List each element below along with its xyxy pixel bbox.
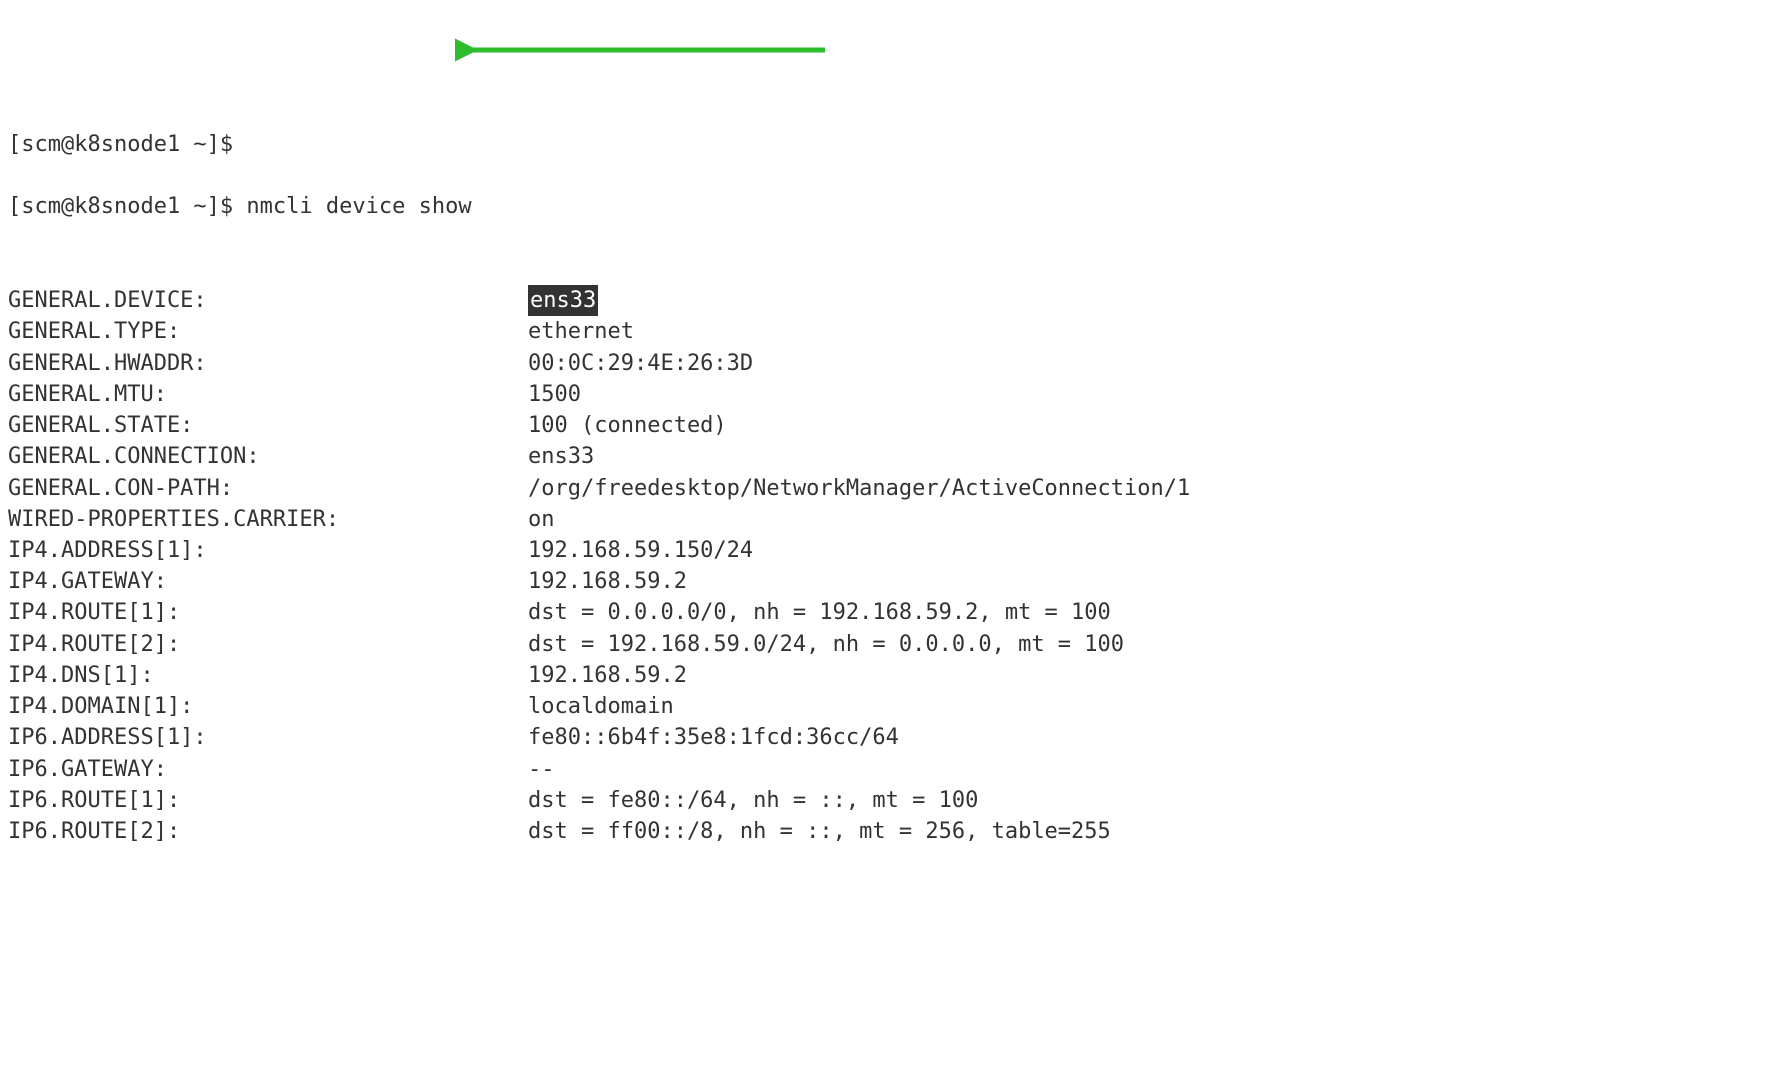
command-output: GENERAL.DEVICE:ens33GENERAL.TYPE:etherne… [8,285,1776,847]
output-value: ens33 [528,285,598,316]
prompt-line-empty: [scm@k8snode1 ~]$ [8,129,1776,160]
output-value: fe80::6b4f:35e8:1fcd:36cc/64 [528,722,899,753]
command-text: nmcli device show [246,194,471,219]
output-value: 192.168.59.2 [528,660,687,691]
output-row: IP6.ROUTE[2]:dst = ff00::/8, nh = ::, mt… [8,816,1776,847]
prompt-line-command[interactable]: [scm@k8snode1 ~]$ nmcli device show [8,191,1776,222]
output-row: IP6.GATEWAY:-- [8,754,1776,785]
output-key: GENERAL.HWADDR: [8,348,528,379]
output-row: GENERAL.TYPE:ethernet [8,316,1776,347]
output-value: on [528,504,555,535]
output-value: 00:0C:29:4E:26:3D [528,348,753,379]
output-row: GENERAL.MTU:1500 [8,379,1776,410]
output-key: IP6.ADDRESS[1]: [8,722,528,753]
output-row: WIRED-PROPERTIES.CARRIER:on [8,504,1776,535]
output-row: IP6.ROUTE[1]:dst = fe80::/64, nh = ::, m… [8,785,1776,816]
output-key: GENERAL.DEVICE: [8,285,528,316]
output-key: IP4.ROUTE[1]: [8,597,528,628]
output-row: IP4.ADDRESS[1]:192.168.59.150/24 [8,535,1776,566]
output-key: GENERAL.MTU: [8,379,528,410]
output-row: IP6.ADDRESS[1]:fe80::6b4f:35e8:1fcd:36cc… [8,722,1776,753]
output-key: IP4.DNS[1]: [8,660,528,691]
output-value: -- [528,754,555,785]
output-row: GENERAL.CON-PATH:/org/freedesktop/Networ… [8,473,1776,504]
output-row: IP4.DOMAIN[1]:localdomain [8,691,1776,722]
output-row: IP4.ROUTE[2]:dst = 192.168.59.0/24, nh =… [8,629,1776,660]
output-value: dst = fe80::/64, nh = ::, mt = 100 [528,785,978,816]
output-key: IP4.ADDRESS[1]: [8,535,528,566]
output-value: ens33 [528,441,594,472]
output-key: GENERAL.STATE: [8,410,528,441]
output-key: IP6.ROUTE[2]: [8,816,528,847]
output-row: GENERAL.DEVICE:ens33 [8,285,1776,316]
output-value: dst = 0.0.0.0/0, nh = 192.168.59.2, mt =… [528,597,1111,628]
output-key: GENERAL.TYPE: [8,316,528,347]
output-value: 192.168.59.150/24 [528,535,753,566]
output-key: IP6.GATEWAY: [8,754,528,785]
shell-prompt: [scm@k8snode1 ~]$ [8,132,246,157]
output-key: IP6.ROUTE[1]: [8,785,528,816]
output-row: GENERAL.STATE:100 (connected) [8,410,1776,441]
output-value: /org/freedesktop/NetworkManager/ActiveCo… [528,473,1190,504]
output-key: IP4.GATEWAY: [8,566,528,597]
shell-prompt: [scm@k8snode1 ~]$ [8,194,246,219]
output-key: GENERAL.CONNECTION: [8,441,528,472]
output-row: IP4.DNS[1]:192.168.59.2 [8,660,1776,691]
output-key: IP4.DOMAIN[1]: [8,691,528,722]
output-value: 100 (connected) [528,410,727,441]
output-value: 1500 [528,379,581,410]
output-row: IP4.GATEWAY:192.168.59.2 [8,566,1776,597]
output-key: GENERAL.CON-PATH: [8,473,528,504]
output-row: GENERAL.CONNECTION:ens33 [8,441,1776,472]
output-value: dst = 192.168.59.0/24, nh = 0.0.0.0, mt … [528,629,1124,660]
output-value: dst = ff00::/8, nh = ::, mt = 256, table… [528,816,1111,847]
arrow-annotation-icon [455,32,835,68]
output-value: ethernet [528,316,634,347]
output-value: localdomain [528,691,674,722]
output-key: IP4.ROUTE[2]: [8,629,528,660]
output-key: WIRED-PROPERTIES.CARRIER: [8,504,528,535]
output-row: GENERAL.HWADDR:00:0C:29:4E:26:3D [8,348,1776,379]
output-row: IP4.ROUTE[1]:dst = 0.0.0.0/0, nh = 192.1… [8,597,1776,628]
output-value: 192.168.59.2 [528,566,687,597]
